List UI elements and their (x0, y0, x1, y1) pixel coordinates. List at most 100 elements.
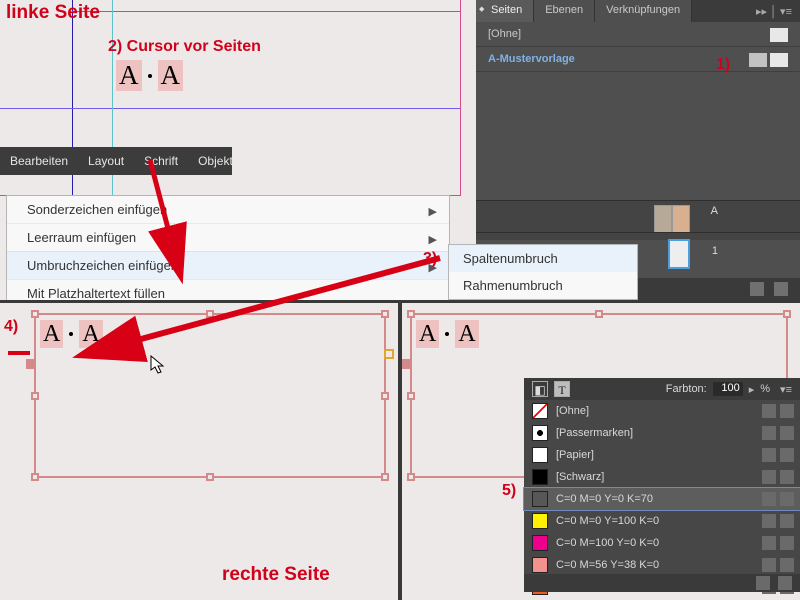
column-guide (0, 108, 460, 109)
page-thumb[interactable] (668, 239, 690, 269)
swatch-row[interactable]: C=0 M=100 Y=0 K=0 (524, 532, 800, 554)
fill-toggle-icon[interactable]: ◧ (532, 381, 548, 397)
submenu-arrow-icon: ▶ (429, 233, 437, 246)
handle-icon[interactable] (31, 310, 39, 318)
handle-icon[interactable] (206, 473, 214, 481)
swatch-list: [Ohne] [Passermarken] [Papier] [Schwarz] C=0… (524, 400, 800, 598)
handle-icon[interactable] (206, 310, 214, 318)
handle-icon[interactable] (381, 310, 389, 318)
handle-icon[interactable] (595, 310, 603, 318)
master-a-row[interactable]: A-Mustervorlage (476, 47, 800, 72)
panel-tabs: Seiten Ebenen Verknüpfungen ▸▸ │ ▾≡ (476, 0, 800, 22)
panel-menu-icon[interactable]: ▸▸ │ ▾≡ (748, 0, 800, 22)
handle-icon[interactable] (381, 473, 389, 481)
spread-thumb-icon (749, 53, 788, 67)
swatch-name: [Passermarken] (556, 427, 633, 439)
master-none-row[interactable]: [Ohne] (476, 22, 800, 47)
sub-rahmenumbruch[interactable]: Rahmenumbruch (449, 272, 637, 299)
swatch-flags (762, 426, 794, 440)
annotation-5: 5) (502, 482, 516, 500)
page-number-marker: AA (416, 320, 479, 348)
out-port-icon[interactable] (384, 349, 394, 359)
page-number: 1 (712, 245, 718, 257)
swatch-flags (762, 492, 794, 506)
in-port-icon[interactable] (26, 359, 36, 369)
handle-icon[interactable] (783, 310, 791, 318)
swatch-flags (762, 404, 794, 418)
swatch-flags (762, 470, 794, 484)
swatch-flags (762, 536, 794, 550)
tint-stepper-icon[interactable]: ▸ (749, 383, 755, 396)
new-swatch-icon[interactable] (756, 576, 770, 590)
handle-icon[interactable] (31, 392, 39, 400)
annotation-4: 4) (4, 318, 18, 336)
panel-menu-icon[interactable]: ▾≡ (780, 383, 792, 396)
swatch-chip-icon (532, 469, 548, 485)
swatch-name: [Schwarz] (556, 471, 604, 483)
swatch-row[interactable]: [Schwarz] (524, 466, 800, 488)
swatch-name: C=0 M=0 Y=100 K=0 (556, 515, 659, 527)
menu-bearbeiten[interactable]: Bearbeiten (0, 154, 78, 168)
margin-guide (72, 11, 460, 12)
swatch-flags (762, 514, 794, 528)
menubar: Bearbeiten Layout Schrift Objekt (0, 147, 232, 175)
spread-label: A (711, 205, 718, 217)
swatch-chip-icon (532, 447, 548, 463)
menu-layout[interactable]: Layout (78, 154, 134, 168)
handle-icon[interactable] (407, 392, 415, 400)
menu-objekt[interactable]: Objekt (188, 154, 243, 168)
row-label: A-Mustervorlage (488, 53, 575, 65)
swatch-name: C=0 M=0 Y=0 K=70 (556, 493, 653, 505)
swatch-name: C=0 M=56 Y=38 K=0 (556, 559, 659, 571)
annotation-3: 3) (423, 250, 437, 268)
handle-icon[interactable] (31, 473, 39, 481)
handle-icon[interactable] (407, 473, 415, 481)
swatches-header: ◧ T Farbton: 100 ▸ % ▾≡ (524, 378, 800, 400)
trash-icon[interactable] (778, 576, 792, 590)
text-frame-left[interactable]: AA (34, 313, 386, 478)
page-number-marker: AA (40, 320, 103, 348)
page-divider (398, 303, 402, 600)
new-page-icon[interactable] (750, 282, 764, 296)
handle-icon[interactable] (381, 392, 389, 400)
swatch-name: [Ohne] (556, 405, 589, 417)
swatch-name: [Papier] (556, 449, 594, 461)
swatch-chip-icon (532, 491, 548, 507)
in-port-icon[interactable] (402, 359, 412, 369)
swatch-chip-icon (532, 535, 548, 551)
tab-layers[interactable]: Ebenen (534, 0, 595, 22)
ctx-sonderzeichen[interactable]: Sonderzeichen einfügen▶ (7, 196, 449, 223)
sub-spaltenumbruch[interactable]: Spaltenumbruch (449, 245, 637, 272)
swatches-footer (524, 574, 800, 592)
annotation-linke-seite: linke Seite (6, 2, 100, 24)
row-label: [Ohne] (488, 28, 521, 40)
marker-char: A (158, 60, 184, 91)
menu-schrift[interactable]: Schrift (134, 154, 188, 168)
cursor-icon (150, 355, 168, 375)
master-spread-thumb[interactable] (654, 205, 690, 233)
swatch-row[interactable]: C=0 M=0 Y=0 K=70 (524, 488, 800, 510)
swatch-row[interactable]: [Papier] (524, 444, 800, 466)
tint-percent: % (760, 383, 770, 395)
swatch-chip-icon (532, 403, 548, 419)
swatch-name: C=0 M=100 Y=0 K=0 (556, 537, 659, 549)
trash-icon[interactable] (774, 282, 788, 296)
text-fill-icon[interactable]: T (554, 381, 570, 397)
marker-char: A (116, 60, 142, 91)
ctx-umbruchzeichen[interactable]: Umbruchzeichen einfügen▶ (7, 251, 449, 279)
context-menu: Sonderzeichen einfügen▶ Leerraum einfüge… (6, 195, 450, 308)
handle-icon[interactable] (407, 310, 415, 318)
swatch-row[interactable]: [Ohne] (524, 400, 800, 422)
tint-value[interactable]: 100 (713, 382, 743, 396)
tab-pages[interactable]: Seiten (476, 0, 534, 22)
ctx-leerraum[interactable]: Leerraum einfügen▶ (7, 223, 449, 251)
tab-links[interactable]: Verknüpfungen (595, 0, 692, 22)
swatch-row[interactable]: C=0 M=56 Y=38 K=0 (524, 554, 800, 576)
annotation-1: 1) (716, 56, 730, 74)
swatch-row[interactable]: C=0 M=0 Y=100 K=0 (524, 510, 800, 532)
page-number-marker[interactable]: A A (116, 60, 183, 91)
swatch-row[interactable]: [Passermarken] (524, 422, 800, 444)
swatch-flags (762, 558, 794, 572)
submenu-arrow-icon: ▶ (429, 205, 437, 218)
annotation-2: 2) Cursor vor Seiten (108, 38, 261, 56)
